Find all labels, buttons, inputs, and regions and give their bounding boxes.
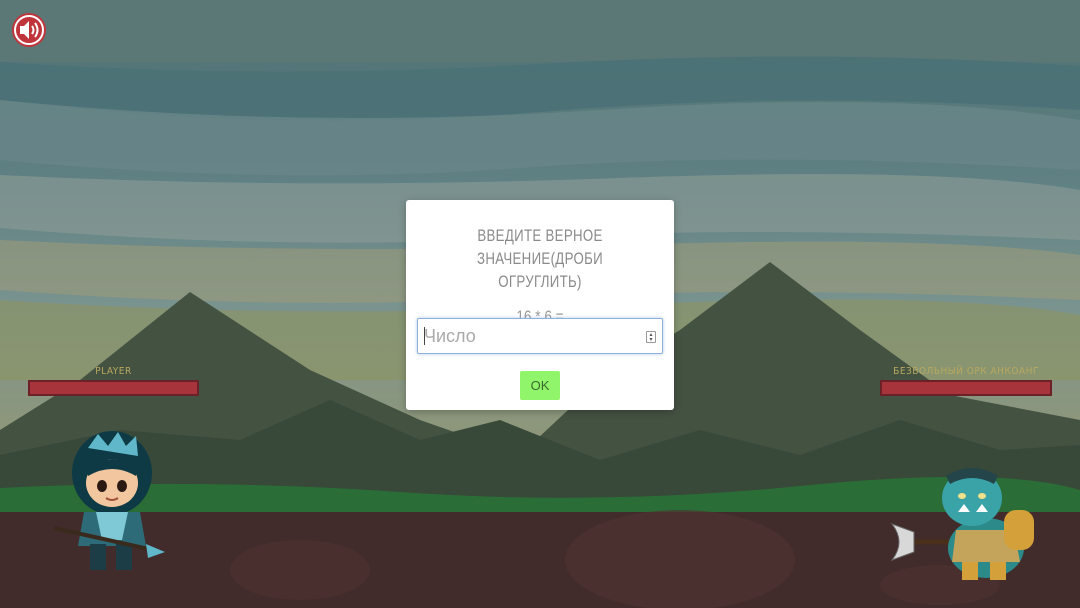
enemy-health-bar	[880, 380, 1052, 396]
dialog-title: ВВЕДИТЕ ВЕРНОЕ ЗНАЧЕНИЕ(ДРОБИ ОГРУГЛИТЬ)	[477, 226, 603, 291]
enemy-name-label: БЕЗВОЛЬНЫЙ ОРК АНКОАНГ	[893, 366, 1039, 377]
answer-dialog: ВВЕДИТЕ ВЕРНОЕ ЗНАЧЕНИЕ(ДРОБИ ОГРУГЛИТЬ)…	[406, 200, 674, 410]
answer-input[interactable]	[424, 319, 644, 353]
answer-field[interactable]: ▴▾	[417, 318, 663, 354]
number-spinner-icon[interactable]: ▴ ▾	[646, 331, 656, 343]
player-health: PLAYER	[28, 366, 199, 396]
enemy-orc-character	[890, 468, 1034, 580]
player-name-label: PLAYER	[95, 366, 132, 377]
player-health-bar	[28, 380, 199, 396]
enemy-health: БЕЗВОЛЬНЫЙ ОРК АНКОАНГ	[880, 366, 1052, 396]
text-caret	[424, 327, 425, 345]
game-stage: PLAYER БЕЗВОЛЬНЫЙ ОРК АНКОАНГ ВВЕДИТЕ ВЕ…	[0, 0, 1080, 608]
player-character	[53, 431, 165, 570]
ok-button[interactable]: OK	[520, 371, 560, 400]
speaker-icon	[12, 13, 46, 47]
sound-toggle-button[interactable]	[11, 12, 47, 48]
